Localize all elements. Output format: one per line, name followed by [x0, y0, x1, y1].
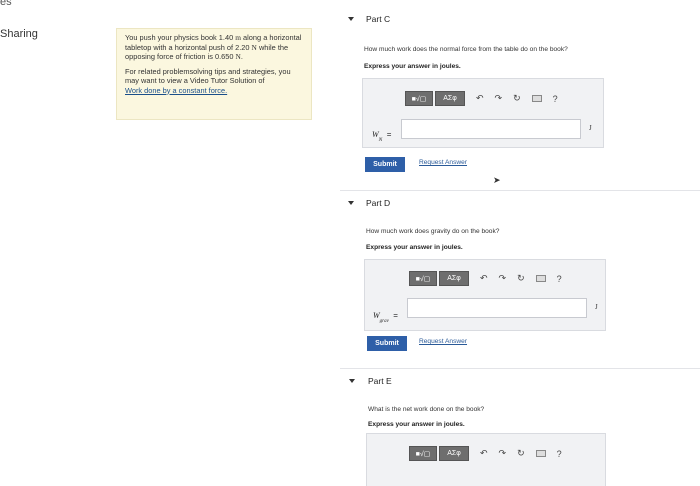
collapse-caret-icon[interactable] [348, 17, 354, 21]
tips-paragraph: For related problemsolving tips and stra… [125, 67, 303, 96]
part-e-question: What is the net work done on the book? [368, 406, 485, 413]
keyboard-icon[interactable] [535, 275, 546, 282]
undo-icon[interactable]: ↶ [480, 448, 488, 459]
part-e-math-toolbar: ■√▢ ΑΣφ ↶ ↷ ↻ ? [409, 446, 562, 461]
part-c-submit-button[interactable]: Submit [365, 157, 405, 172]
variable-subscript: grav [379, 319, 389, 325]
part-c-variable-label: WN = [372, 124, 391, 143]
part-c-unit: J [589, 124, 592, 132]
redo-icon[interactable]: ↷ [495, 93, 503, 104]
header-fragment: es [0, 0, 12, 8]
redo-icon[interactable]: ↷ [499, 273, 507, 284]
tips-text: For related problemsolving tips and stra… [125, 66, 291, 86]
greek-symbols-button[interactable]: ΑΣφ [439, 446, 469, 461]
part-c-math-toolbar: ■√▢ ΑΣφ ↶ ↷ ↻ ? [405, 91, 558, 106]
sidebar-sharing-label[interactable]: Sharing [0, 28, 38, 40]
part-d-title[interactable]: Part D [366, 198, 390, 208]
mouse-pointer-icon: ➤ [493, 175, 501, 185]
problem-text: . [240, 52, 243, 61]
help-icon[interactable]: ? [557, 449, 562, 459]
problem-text: You push your physics book 1.40 [125, 33, 236, 42]
greek-symbols-button[interactable]: ΑΣφ [435, 91, 465, 106]
help-icon[interactable]: ? [553, 94, 558, 104]
equals-sign: = [393, 311, 398, 320]
collapse-caret-icon[interactable] [349, 379, 355, 383]
part-d-math-toolbar: ■√▢ ΑΣφ ↶ ↷ ↻ ? [409, 271, 562, 286]
variable-w: W [373, 311, 380, 320]
section-divider [340, 190, 700, 191]
reset-icon[interactable]: ↻ [513, 93, 521, 104]
equals-sign: = [386, 130, 392, 139]
section-divider [340, 368, 700, 369]
part-c-instruction: Express your answer in joules. [364, 63, 461, 70]
reset-icon[interactable]: ↻ [517, 273, 525, 284]
part-d-instruction: Express your answer in joules. [366, 244, 463, 251]
part-d-unit: J [595, 303, 598, 311]
problem-statement: You push your physics book 1.40 m along … [116, 28, 312, 120]
part-e-instruction: Express your answer in joules. [368, 421, 465, 428]
undo-icon[interactable]: ↶ [476, 93, 484, 104]
undo-icon[interactable]: ↶ [480, 273, 488, 284]
reset-icon[interactable]: ↻ [517, 448, 525, 459]
part-c-answer-panel: ■√▢ ΑΣφ ↶ ↷ ↻ ? WN = J [362, 78, 604, 148]
collapse-caret-icon[interactable] [348, 201, 354, 205]
part-d-variable-label: Wgrav = [373, 305, 398, 324]
part-d-answer-panel: ■√▢ ΑΣφ ↶ ↷ ↻ ? Wgrav = J [364, 259, 606, 331]
part-c-question: How much work does the normal force from… [364, 46, 568, 53]
part-d-request-answer-link[interactable]: Request Answer [419, 338, 467, 345]
part-c-title[interactable]: Part C [366, 14, 390, 24]
variable-w: W [372, 130, 379, 139]
templates-button[interactable]: ■√▢ [409, 271, 437, 286]
part-e-title[interactable]: Part E [368, 376, 392, 386]
part-d-answer-input[interactable] [407, 298, 587, 318]
help-icon[interactable]: ? [557, 274, 562, 284]
redo-icon[interactable]: ↷ [499, 448, 507, 459]
part-d-submit-button[interactable]: Submit [367, 336, 407, 351]
video-tutor-link[interactable]: Work done by a constant force. [125, 86, 227, 95]
part-c-request-answer-link[interactable]: Request Answer [419, 159, 467, 166]
templates-button[interactable]: ■√▢ [405, 91, 433, 106]
keyboard-icon[interactable] [531, 95, 542, 102]
keyboard-icon[interactable] [535, 450, 546, 457]
part-d-question: How much work does gravity do on the boo… [366, 228, 500, 235]
part-e-answer-panel: ■√▢ ΑΣφ ↶ ↷ ↻ ? [366, 433, 606, 486]
templates-button[interactable]: ■√▢ [409, 446, 437, 461]
variable-subscript: N [378, 137, 383, 144]
problem-paragraph: You push your physics book 1.40 m along … [125, 33, 303, 62]
greek-symbols-button[interactable]: ΑΣφ [439, 271, 469, 286]
part-c-answer-input[interactable] [401, 119, 581, 139]
